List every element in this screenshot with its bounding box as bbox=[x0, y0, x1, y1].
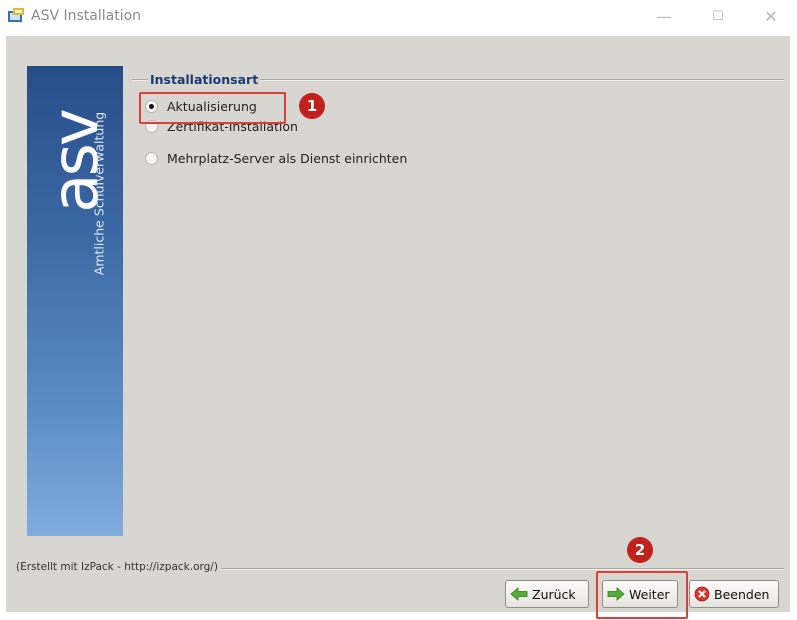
installer-panel: asv Amtliche Schulverwaltung Installatio… bbox=[6, 36, 790, 619]
banner-subtitle: Amtliche Schulverwaltung bbox=[91, 111, 107, 276]
installer-app-icon bbox=[7, 8, 25, 24]
highlight-box-1 bbox=[139, 92, 286, 124]
radio-label: Mehrplatz-Server als Dienst einrichten bbox=[167, 150, 408, 166]
quit-button[interactable]: Beenden bbox=[689, 580, 779, 608]
radio-mehrplatz-server[interactable]: Mehrplatz-Server als Dienst einrichten bbox=[145, 148, 407, 168]
window-title: ASV Installation bbox=[31, 8, 142, 24]
back-button-label: Zurück bbox=[532, 586, 576, 602]
step-badge-1: 1 bbox=[299, 93, 325, 119]
green-arrow-left-icon bbox=[510, 587, 528, 601]
highlight-box-2 bbox=[596, 571, 688, 619]
izpack-credit: (Erstellt mit IzPack - http://izpack.org… bbox=[16, 561, 221, 573]
maximize-button[interactable]: ☐ bbox=[704, 6, 732, 28]
quit-button-label: Beenden bbox=[714, 586, 770, 602]
asv-banner: asv Amtliche Schulverwaltung bbox=[27, 66, 123, 536]
radio-button[interactable] bbox=[145, 151, 158, 165]
close-button[interactable]: ✕ bbox=[757, 6, 785, 28]
step-badge-2: 2 bbox=[627, 537, 653, 563]
group-title: Installationsart bbox=[148, 72, 261, 87]
back-button[interactable]: Zurück bbox=[505, 580, 589, 608]
installer-window: ASV Installation — ☐ ✕ asv Amtliche Schu… bbox=[0, 0, 797, 620]
red-x-circle-icon bbox=[694, 586, 710, 602]
minimize-button[interactable]: — bbox=[650, 6, 678, 28]
title-bar[interactable]: ASV Installation — ☐ ✕ bbox=[0, 0, 797, 36]
